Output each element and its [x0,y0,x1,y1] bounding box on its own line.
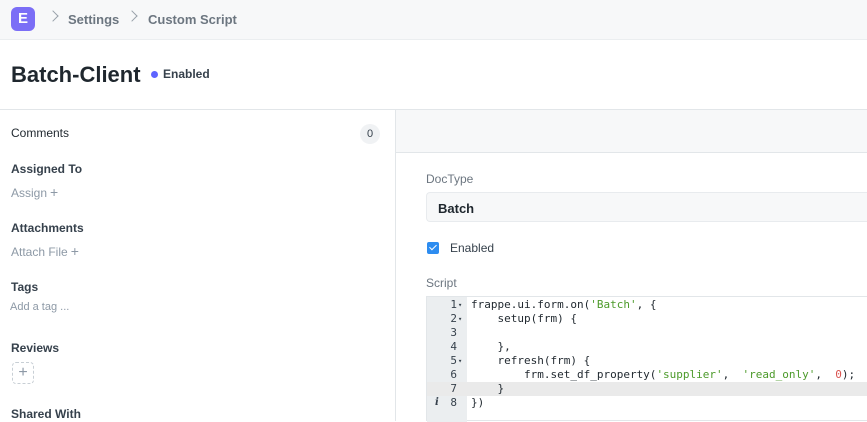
attach-file-label: Attach File [11,245,68,259]
script-label: Script [426,276,457,290]
code-text: refresh(frm) { [471,354,591,367]
add-tag-input[interactable]: Add a tag ... [10,301,69,313]
code-line[interactable]: 5 ▾ refresh(frm) { [427,354,867,368]
form-main: DocType Batch Enabled Script 1 ▾ frappe.ui… [396,110,867,422]
chevron-right-icon [47,10,59,22]
doctype-field[interactable]: Batch [426,192,867,222]
fold-caret-icon[interactable]: ▾ [458,312,462,326]
code-line[interactable]: 4 }, [427,340,867,354]
fold-caret-icon[interactable]: ▾ [458,354,462,368]
enabled-checkbox[interactable] [427,242,439,254]
code-text: frm.set_df_property('supplier', 'read_on… [471,368,856,381]
plus-icon: + [70,243,79,259]
assign-label: Assign [11,186,48,200]
status-indicator-dot [151,71,158,78]
page-header: Batch-Client Enabled [0,40,867,110]
code-text: setup(frm) { [471,312,577,325]
enabled-label[interactable]: Enabled [450,241,494,255]
code-text: }, [471,340,511,353]
line-number: 1 [450,298,457,311]
breadcrumb-custom-script[interactable]: Custom Script [148,12,237,27]
code-text: }) [471,396,485,409]
code-line[interactable]: 3 [427,326,867,340]
code-line[interactable]: 1 ▾ frappe.ui.form.on('Batch', { [427,298,867,312]
chevron-right-icon [126,10,138,22]
line-number: 8 [450,396,457,409]
attach-file-button[interactable]: Attach File + [11,243,79,259]
top-navbar: E Settings Custom Script [0,0,867,40]
shared-with-heading: Shared With [11,407,81,421]
page-title: Batch-Client [11,62,141,87]
code-text: } [471,382,505,395]
app-logo[interactable]: E [11,7,35,31]
comments-count-badge: 0 [360,124,380,144]
status-badge: Enabled [163,67,210,81]
form-toolbar [396,110,867,153]
line-number: 6 [450,368,457,381]
fold-caret-icon[interactable]: ▾ [458,298,462,312]
breadcrumb-settings[interactable]: Settings [68,12,119,27]
code-line[interactable]: 2 ▾ setup(frm) { [427,312,867,326]
plus-icon: + [18,364,28,381]
line-number: 2 [450,312,457,325]
line-number: 3 [450,326,457,339]
assign-button[interactable]: Assign + [11,184,58,200]
code-line[interactable]: 6 frm.set_df_property('supplier', 'read_… [427,368,867,382]
reviews-heading: Reviews [11,341,60,355]
tags-heading: Tags [11,280,39,294]
script-code-editor[interactable]: 1 ▾ frappe.ui.form.on('Batch', {2 ▾ setup(f… [426,296,867,422]
line-number: 7 [450,382,457,395]
code-line[interactable]: i 8}) [427,396,867,410]
code-line[interactable]: 7 } [427,382,867,396]
comments-label[interactable]: Comments [11,126,69,140]
plus-icon: + [50,184,59,200]
doctype-label: DocType [426,172,474,186]
attachments-heading: Attachments [11,221,84,235]
form-sidebar [0,110,396,421]
line-number: 4 [450,340,457,353]
add-review-button[interactable]: + [12,362,34,384]
code-text: frappe.ui.form.on('Batch', { [471,298,657,311]
line-number: 5 [450,354,457,367]
assigned-to-heading: Assigned To [11,162,83,176]
